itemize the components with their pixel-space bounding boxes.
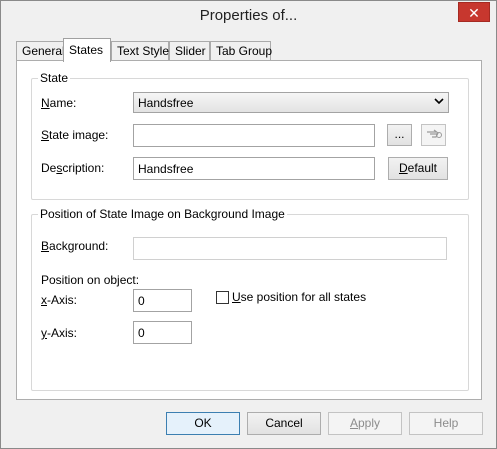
chevron-down-icon <box>434 95 444 110</box>
tab-text-style[interactable]: Text Style <box>111 41 169 61</box>
cancel-button[interactable]: Cancel <box>247 412 321 435</box>
position-group-title: Position of State Image on Background Im… <box>38 207 287 221</box>
position-on-object-label: Position on object: <box>41 273 140 287</box>
x-axis-field[interactable]: 0 <box>133 289 192 312</box>
browse-button[interactable]: ... <box>387 124 412 146</box>
close-button[interactable]: ✕ <box>458 2 490 22</box>
tab-states[interactable]: States <box>63 38 111 62</box>
apply-button[interactable]: Apply <box>328 412 402 435</box>
tab-text-style-label: Text Style <box>117 44 170 58</box>
tab-general-label: General <box>22 44 65 58</box>
ok-button[interactable]: OK <box>166 412 240 435</box>
tab-slider-label: Slider <box>175 44 206 58</box>
y-axis-field[interactable]: 0 <box>133 321 192 344</box>
window-title: Properties of... <box>199 7 298 24</box>
tab-tab-group[interactable]: Tab Group <box>210 41 273 61</box>
y-axis-label: y-Axis: <box>41 326 77 340</box>
state-image-label: State image: <box>41 128 109 142</box>
use-position-label[interactable]: Use position for all states <box>232 290 366 304</box>
name-select[interactable]: Handsfree <box>133 92 449 113</box>
background-label: Background: <box>41 239 109 253</box>
tab-slider[interactable]: Slider <box>169 41 210 61</box>
state-group-title: State <box>38 71 71 85</box>
default-button[interactable]: Default <box>388 157 448 180</box>
states-panel: State Name: Handsfree State image: ... D… <box>16 60 482 400</box>
tab-tab-group-label: Tab Group <box>216 44 273 58</box>
close-icon: ✕ <box>468 5 480 21</box>
description-label: Description: <box>41 161 105 175</box>
help-button[interactable]: Help <box>409 412 483 435</box>
tab-states-label: States <box>69 43 104 57</box>
name-select-value: Handsfree <box>138 96 194 110</box>
tab-general[interactable]: General <box>16 41 65 61</box>
state-image-field[interactable] <box>133 124 375 147</box>
pick-image-button[interactable] <box>421 124 446 146</box>
description-field[interactable]: Handsfree <box>133 157 375 180</box>
background-field[interactable] <box>133 237 447 260</box>
name-label: Name: <box>41 96 77 110</box>
x-axis-label: x-Axis: <box>41 293 77 307</box>
properties-dialog: Properties of... ✕ General States Text S… <box>0 0 497 449</box>
title-bar: Properties of... ✕ <box>1 1 496 33</box>
use-position-checkbox[interactable] <box>216 291 229 304</box>
pointer-hand-icon <box>426 129 442 138</box>
